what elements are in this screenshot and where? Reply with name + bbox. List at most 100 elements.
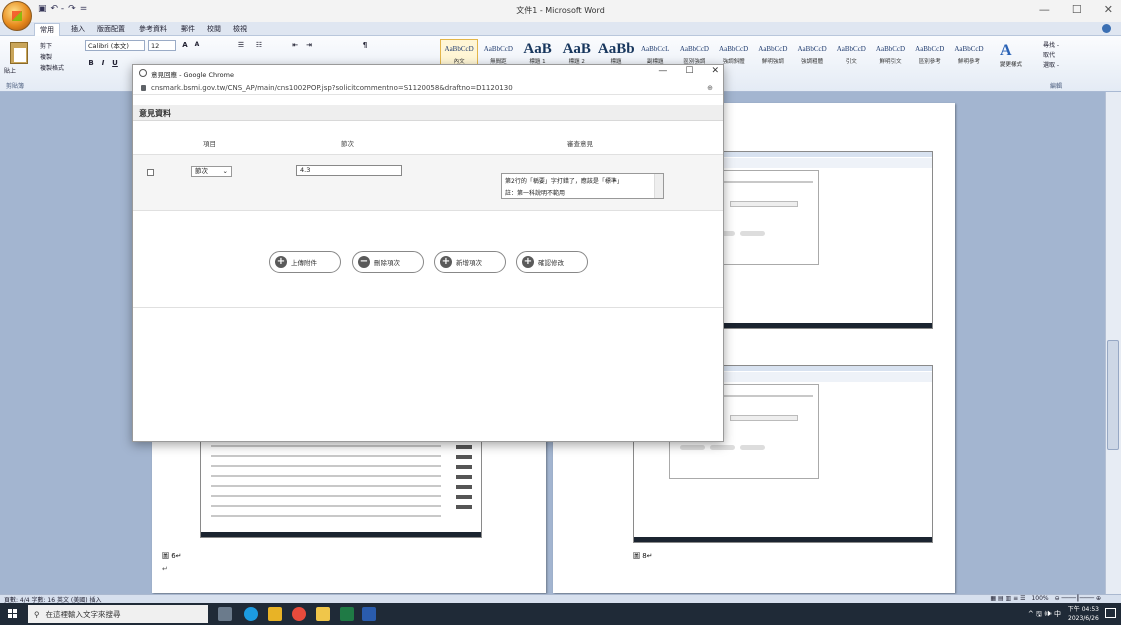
tab-mailings[interactable]: 郵件 (176, 23, 200, 35)
replace-button[interactable]: 取代 (1043, 50, 1113, 60)
file-explorer-icon[interactable] (268, 607, 282, 621)
chrome-minimize-button[interactable]: — (658, 66, 667, 76)
italic-icon[interactable]: I (98, 58, 108, 68)
style-option[interactable]: AaBbCcD 鮮明強調 (754, 39, 792, 69)
maximize-button[interactable]: ☐ (1072, 3, 1082, 16)
zoom-icon[interactable]: ⊕ (707, 84, 713, 92)
tab-page-layout[interactable]: 版面配置 (92, 23, 130, 35)
confirm-edit-button[interactable]: + 確認修改 (516, 251, 588, 273)
word-icon[interactable] (362, 607, 376, 621)
style-option[interactable]: AaBbCcD 引文 (832, 39, 870, 69)
style-sample: AaBb( (597, 41, 635, 57)
style-sample: AaBbCcD (444, 45, 474, 53)
taskbar-search-box[interactable]: ⚲ 在這裡輸入文字來搜尋 (28, 605, 208, 623)
tab-review[interactable]: 校閱 (202, 23, 226, 35)
chrome-close-button[interactable]: ✕ (711, 66, 719, 76)
format-painter-button[interactable]: 複製格式 (40, 63, 64, 72)
shrink-font-icon[interactable]: A (192, 40, 202, 50)
tab-references[interactable]: 參考資料 (134, 23, 172, 35)
view-zoom-controls: ▦ ▤ ▥ ≡ ☰ 100% ⊖ ────┃──── ⊕ (990, 595, 1101, 602)
minus-icon: − (358, 256, 370, 268)
style-option[interactable]: AaBbCcD 區別參考 (911, 39, 949, 69)
scrollbar-thumb[interactable] (1107, 340, 1119, 450)
style-name: 鮮明參考 (957, 59, 980, 65)
tab-insert[interactable]: 插入 (66, 23, 90, 35)
ribbon-tabs: 常用 插入 版面配置 參考資料 郵件 校閱 檢視 (0, 22, 1121, 36)
bullets-icon[interactable]: ☰ (236, 40, 246, 50)
undo-icon[interactable]: ↶ - (51, 4, 65, 14)
delete-item-label: 刪除項次 (374, 259, 400, 267)
help-icon[interactable] (1102, 24, 1111, 33)
close-button[interactable]: ✕ (1104, 3, 1113, 16)
task-view-icon[interactable] (218, 607, 232, 621)
zoom-slider[interactable]: ⊖ ────┃──── ⊕ (1055, 595, 1101, 602)
system-tray[interactable]: ^ 🖫 🕪 中 (1028, 609, 1061, 621)
notification-icon[interactable] (1105, 608, 1116, 618)
chrome-maximize-button[interactable]: ☐ (685, 66, 693, 76)
font-size-select[interactable]: 12 (148, 40, 176, 51)
folder-icon[interactable] (316, 607, 330, 621)
url-text[interactable]: cnsmark.bsmi.gov.tw/CNS_AP/main/cns1002P… (151, 84, 513, 92)
numbering-icon[interactable]: ☷ (254, 40, 264, 50)
increase-indent-icon[interactable]: ⇥ (304, 40, 314, 50)
style-sample: AaBbCcL (641, 45, 670, 53)
minimize-button[interactable]: — (1039, 3, 1050, 16)
embedded-screenshot-table (200, 438, 482, 538)
section-input[interactable]: 4.3 (296, 165, 402, 176)
windows-start-icon[interactable] (8, 609, 18, 619)
excel-icon[interactable] (340, 607, 354, 621)
cut-button[interactable]: 剪下 (40, 41, 52, 50)
paste-icon[interactable] (10, 42, 28, 64)
chrome-app-icon (139, 69, 147, 77)
save-icon[interactable]: ▣ (38, 4, 47, 14)
opinion-line-2: 註：第一科說明不範用 (505, 190, 566, 197)
find-button[interactable]: 尋找 - (1043, 40, 1113, 50)
select-button[interactable]: 選取 - (1043, 60, 1113, 70)
style-option[interactable]: AaBbCcD 鮮明引文 (871, 39, 909, 69)
item-select[interactable]: 節次 ⌄ (191, 166, 232, 177)
add-item-label: 新增項次 (456, 259, 482, 267)
style-sample: AaBbCcD (915, 45, 945, 53)
underline-icon[interactable]: U (110, 58, 120, 68)
add-item-button[interactable]: + 新增項次 (434, 251, 506, 273)
lock-icon[interactable] (141, 85, 146, 91)
copy-button[interactable]: 複製 (40, 52, 52, 61)
word-window-controls: — ☐ ✕ (1039, 3, 1113, 16)
panel-header: 意見資料 (133, 105, 723, 121)
customize-qat-icon[interactable]: = (80, 4, 88, 14)
quick-access-toolbar[interactable]: ▣ ↶ - ↷ = (38, 4, 87, 14)
style-option[interactable]: AaBbCcD 強調粗體 (793, 39, 831, 69)
change-styles-button[interactable]: A 變更樣式 (1000, 42, 1026, 78)
style-option[interactable]: AaBbCcD 鮮明參考 (950, 39, 988, 69)
search-icon: ⚲ (34, 609, 40, 619)
redo-icon[interactable]: ↷ (68, 4, 76, 14)
font-name-select[interactable]: Calibri (本文) (85, 40, 145, 51)
chrome-taskbar-icon[interactable] (292, 607, 306, 621)
grow-font-icon[interactable]: A (180, 40, 190, 50)
divider (133, 307, 723, 308)
upload-attachment-button[interactable]: + 上傳附件 (269, 251, 341, 273)
status-bar: 頁數: 4/4 字數: 16 英文 (美國) 插入 ▦ ▤ ▥ ≡ ☰ 100%… (0, 594, 1121, 604)
office-button[interactable] (2, 1, 32, 31)
bold-icon[interactable]: B (86, 58, 96, 68)
paste-button[interactable]: 貼上 (4, 66, 16, 75)
zoom-level[interactable]: 100% (1031, 595, 1048, 602)
tab-view[interactable]: 檢視 (228, 23, 252, 35)
opinion-textarea[interactable]: 第2行的「稱要」字打錯了，應該是「標準」 註：第一科說明不範用 (501, 173, 664, 199)
delete-item-button[interactable]: − 刪除項次 (352, 251, 424, 273)
view-mode-icons[interactable]: ▦ ▤ ▥ ≡ ☰ (990, 595, 1025, 602)
decrease-indent-icon[interactable]: ⇤ (290, 40, 300, 50)
edge-icon[interactable] (244, 607, 258, 621)
style-sample: AaBbCcD (758, 45, 788, 53)
chrome-window-title: 意見回應 - Google Chrome (151, 71, 234, 79)
row-checkbox[interactable] (147, 169, 154, 176)
address-bar[interactable]: cnsmark.bsmi.gov.tw/CNS_AP/main/cns1002P… (133, 81, 723, 95)
style-sample: AaBbCcD (483, 45, 513, 53)
textarea-scrollbar[interactable] (654, 174, 663, 198)
show-marks-icon[interactable]: ¶ (360, 40, 370, 50)
tab-home[interactable]: 常用 (34, 23, 60, 36)
confirm-edit-label: 確認修改 (538, 259, 564, 267)
word-title-bar: 文件1 - Microsoft Word ▣ ↶ - ↷ = — ☐ ✕ (0, 0, 1121, 22)
clock[interactable]: 下午 04:53 2023/6/26 (1068, 605, 1099, 623)
style-name: 鮮明引文 (879, 59, 902, 65)
